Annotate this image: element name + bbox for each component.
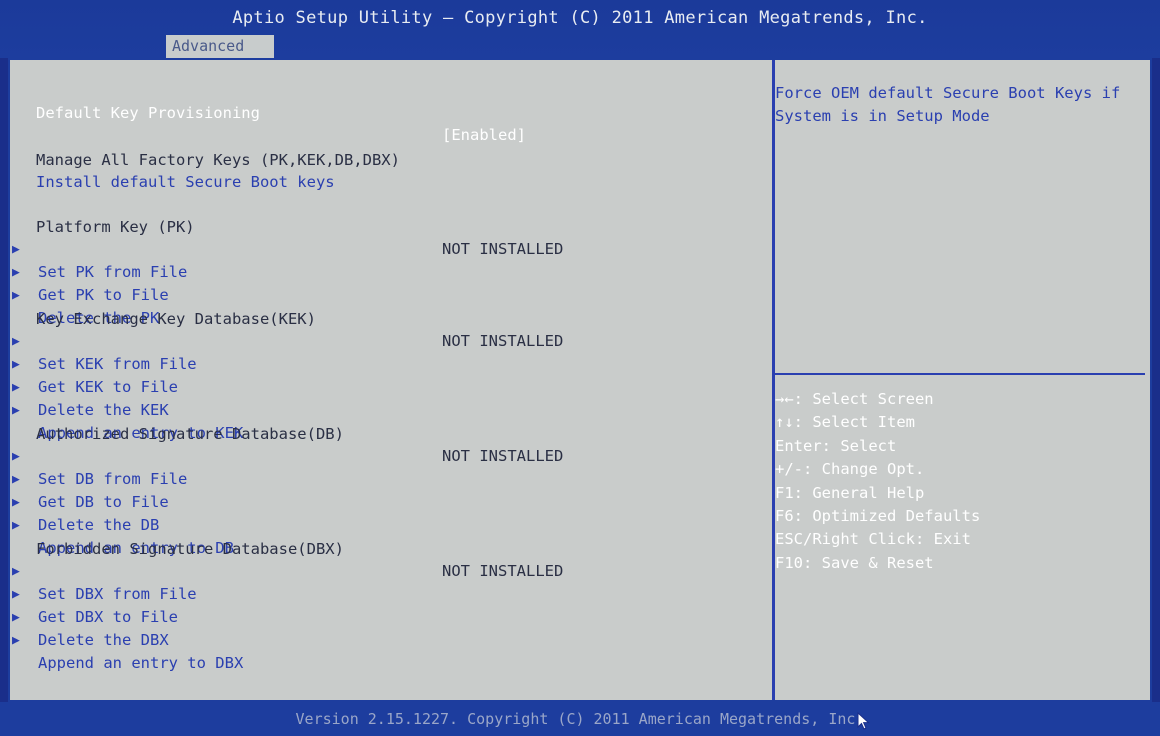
menu-row-delete-db[interactable]: ▶ Delete the DB bbox=[10, 470, 159, 534]
menu-row-default-key-provisioning[interactable]: Default Key Provisioning [Enabled] bbox=[10, 80, 526, 144]
menu-row-db-database: Authorized Signature Database(DB) NOT IN… bbox=[10, 401, 563, 465]
mouse-pointer-icon bbox=[857, 712, 870, 730]
key-hint-optimized-defaults: F6: Optimized Defaults bbox=[775, 506, 981, 525]
key-hint-exit: ESC/Right Click: Exit bbox=[775, 530, 971, 549]
setup-panel: Default Key Provisioning [Enabled] Manag… bbox=[8, 58, 1152, 702]
key-legend: →←: Select Screen ↑↓: Select Item Enter:… bbox=[775, 388, 980, 575]
row-label: Install default Secure Boot keys bbox=[36, 173, 335, 191]
header-bar: Aptio Setup Utility – Copyright (C) 2011… bbox=[0, 0, 1160, 58]
menu-pane: Default Key Provisioning [Enabled] Manag… bbox=[10, 60, 772, 700]
key-hint-change-opt: +/-: Change Opt. bbox=[775, 460, 925, 479]
row-label: Default Key Provisioning bbox=[36, 104, 260, 122]
row-label: Append an entry to DBX bbox=[38, 654, 244, 672]
version-text: Version 2.15.1227. Copyright (C) 2011 Am… bbox=[295, 710, 865, 728]
row-value: NOT INSTALLED bbox=[442, 240, 564, 258]
menu-row-delete-dbx[interactable]: ▶ Delete the DBX bbox=[10, 585, 169, 649]
row-value: NOT INSTALLED bbox=[442, 562, 564, 580]
menu-row-delete-kek[interactable]: ▶ Delete the KEK bbox=[10, 355, 169, 419]
menu-row-delete-pk[interactable]: ▶ Delete the PK bbox=[10, 263, 159, 327]
triangle-right-icon: ▶ bbox=[12, 633, 20, 648]
key-hint-general-help: F1: General Help bbox=[775, 483, 925, 502]
menu-row-platform-key: Platform Key (PK) NOT INSTALLED bbox=[10, 194, 563, 258]
menu-row-kek-database: Key Exchange Key Database(KEK) NOT INSTA… bbox=[10, 286, 563, 350]
key-hint-select-item: ↑↓: Select Item bbox=[775, 413, 915, 432]
menu-row-manage-factory-keys: Manage All Factory Keys (PK,KEK,DB,DBX) bbox=[10, 127, 400, 169]
help-pane: Force OEM default Secure Boot Keys if Sy… bbox=[775, 60, 1150, 700]
help-divider bbox=[775, 373, 1145, 375]
row-value[interactable]: [Enabled] bbox=[442, 124, 526, 146]
tab-advanced[interactable]: Advanced bbox=[166, 35, 274, 58]
menu-row-set-pk-from-file[interactable]: ▶ Set PK from File bbox=[10, 217, 187, 281]
row-label: Forbidden Signature Database(DBX) bbox=[36, 540, 344, 558]
menu-row-set-dbx-from-file[interactable]: ▶ Set DBX from File bbox=[10, 539, 197, 603]
row-value: NOT INSTALLED bbox=[442, 447, 564, 465]
row-label: Manage All Factory Keys (PK,KEK,DB,DBX) bbox=[36, 151, 400, 169]
row-label: Authorized Signature Database(DB) bbox=[36, 425, 344, 443]
menu-row-get-db-to-file[interactable]: ▶ Get DB to File bbox=[10, 447, 169, 511]
key-hint-save-reset: F10: Save & Reset bbox=[775, 553, 934, 572]
menu-row-append-dbx[interactable]: ▶ Append an entry to DBX bbox=[10, 608, 243, 672]
footer-bar: Version 2.15.1227. Copyright (C) 2011 Am… bbox=[0, 702, 1160, 736]
row-value: NOT INSTALLED bbox=[442, 332, 564, 350]
key-hint-enter: Enter: Select bbox=[775, 436, 897, 455]
menu-row-dbx-database: Forbidden Signature Database(DBX) NOT IN… bbox=[10, 516, 563, 580]
menu-row-set-db-from-file[interactable]: ▶ Set DB from File bbox=[10, 424, 187, 488]
row-label: Key Exchange Key Database(KEK) bbox=[36, 310, 316, 328]
menu-row-get-dbx-to-file[interactable]: ▶ Get DBX to File bbox=[10, 562, 178, 626]
menu-row-append-db[interactable]: ▶ Append an entry to DB bbox=[10, 493, 234, 557]
app-title: Aptio Setup Utility – Copyright (C) 2011… bbox=[232, 8, 928, 28]
help-description: Force OEM default Secure Boot Keys if Sy… bbox=[775, 84, 1121, 125]
menu-row-set-kek-from-file[interactable]: ▶ Set KEK from File bbox=[10, 309, 197, 373]
menu-row-get-pk-to-file[interactable]: ▶ Get PK to File bbox=[10, 240, 169, 304]
key-hint-select-screen: →←: Select Screen bbox=[775, 390, 934, 408]
menu-row-append-kek[interactable]: ▶ Append an entry to KEK bbox=[10, 378, 243, 442]
menu-row-get-kek-to-file[interactable]: ▶ Get KEK to File bbox=[10, 332, 178, 396]
menu-row-install-default-keys[interactable]: Install default Secure Boot keys bbox=[10, 149, 335, 191]
